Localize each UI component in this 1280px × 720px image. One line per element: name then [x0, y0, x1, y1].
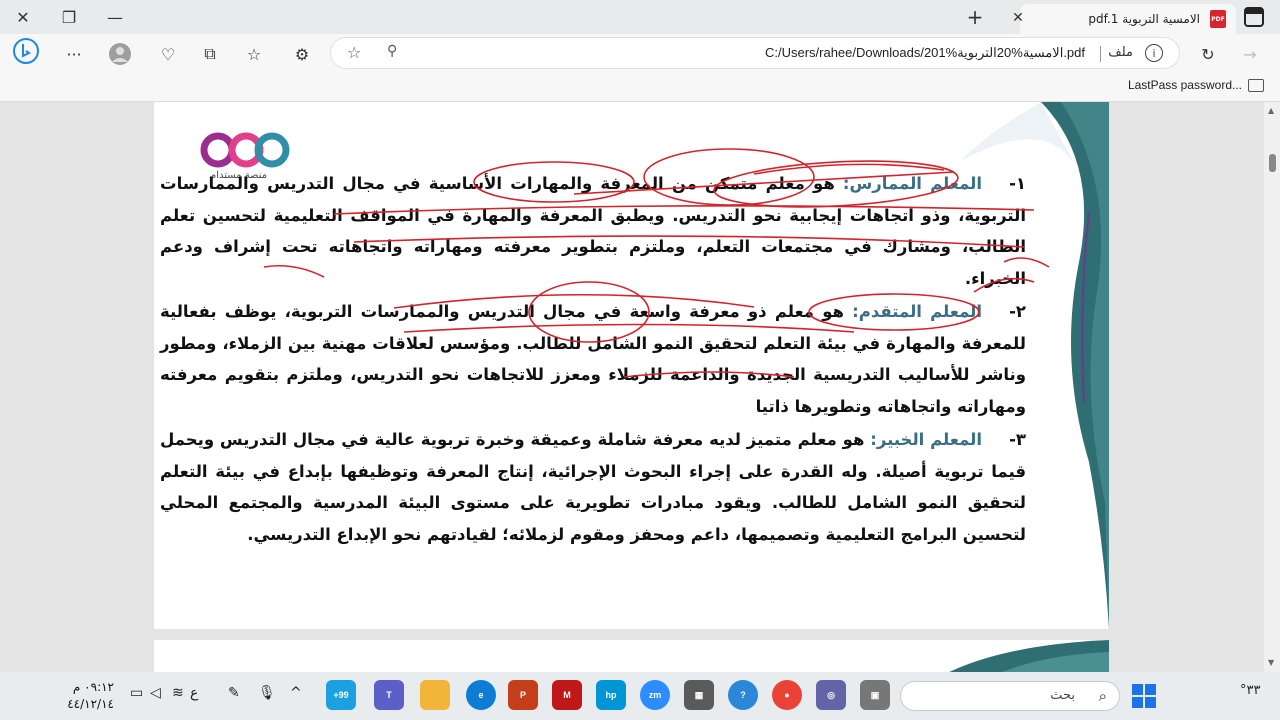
myhp-app-icon[interactable]: hp — [596, 680, 626, 710]
tab-close-icon[interactable]: ✕ — [1008, 10, 1028, 26]
edge-app-icon[interactable]: e — [466, 680, 496, 710]
item-term: المعلم الممارس: — [842, 174, 982, 193]
extensions-icon[interactable]: ⚙ — [288, 40, 316, 68]
taskbar: ٠٩:١٢ م ٤٤/١٢/١٤ ▭ ◁ ≋ ع ✎ 🎙 ^ +99 T e P… — [0, 672, 1280, 720]
chat-app-icon[interactable]: ◎ — [816, 680, 846, 710]
item-number: ١- — [1009, 174, 1026, 193]
definition-item-3: ٣-المعلم الخبير: هو معلم متميز لديه معرف… — [160, 424, 1026, 550]
powerpoint-app-icon[interactable]: P — [508, 680, 538, 710]
mail-app-icon[interactable]: +99 — [326, 680, 356, 710]
new-tab-button[interactable]: + — [962, 4, 988, 30]
mcafee-app-icon[interactable]: M — [552, 680, 582, 710]
vertical-scrollbar[interactable]: ▲ ▼ — [1264, 102, 1280, 672]
close-window-icon[interactable]: ✕ — [0, 0, 46, 34]
time-text: ٠٩:١٢ م — [72, 680, 114, 694]
item-term: المعلم الخبير: — [870, 430, 982, 449]
taskbar-search[interactable]: بحث ⌕ — [900, 681, 1120, 711]
item-number: ٣- — [1009, 430, 1026, 449]
scroll-thumb[interactable] — [1269, 154, 1276, 172]
url-text: C:/Users/rahee/Downloads/الامسية%20الترب… — [764, 45, 1085, 60]
more-menu-icon[interactable]: ··· — [60, 40, 88, 68]
item-number: ٢- — [1009, 302, 1026, 321]
notification-badge: +99 — [333, 690, 349, 700]
favorite-lastpass[interactable]: LastPass password... — [1128, 78, 1242, 92]
address-separator — [1100, 46, 1101, 62]
scroll-down-icon[interactable]: ▼ — [1268, 658, 1274, 667]
search-placeholder: بحث — [1050, 688, 1075, 703]
tab-title: الامسية التربوية pdf.1 — [1088, 12, 1200, 26]
zoom-app-icon[interactable]: zm — [640, 680, 670, 710]
file-label: ملف — [1108, 45, 1133, 60]
microphone-icon[interactable]: 🎙 — [258, 685, 276, 701]
definition-item-2: ٢-المعلم المتقدم: هو معلم ذو معرفة واسعة… — [160, 296, 1026, 422]
volume-icon[interactable]: ◁ — [150, 685, 161, 701]
teams-app-icon[interactable]: T — [374, 680, 404, 710]
add-favorite-icon[interactable]: ☆ — [347, 43, 361, 62]
tab-pdf[interactable]: PDF الامسية التربوية pdf.1 ✕ — [1012, 4, 1236, 34]
file-explorer-icon[interactable] — [420, 680, 450, 710]
favorites-bar: LastPass password... — [0, 72, 1280, 102]
pdf-icon: PDF — [1210, 10, 1226, 28]
pen-icon[interactable]: ✎ — [228, 685, 240, 701]
notes-app-icon[interactable]: ▣ — [860, 680, 890, 710]
weather-widget[interactable]: ٣٣° — [1240, 683, 1260, 698]
language-indicator[interactable]: ع — [190, 685, 198, 701]
favorites-icon[interactable]: ☆ — [240, 40, 268, 68]
show-hidden-icons[interactable]: ^ — [290, 685, 302, 701]
search-icon: ⌕ — [1098, 687, 1107, 705]
title-bar: ✕ ❐ — + PDF الامسية التربوية pdf.1 ✕ — [0, 0, 1280, 34]
pdf-page: منصة مستدام ١-المعلم الممارس: هو معلم مت… — [154, 102, 1109, 629]
browser-essentials-icon[interactable]: ♡ — [154, 40, 182, 68]
browser-toolbar: ··· ♡ ⧉ ☆ ⚙ ☆ ⚲ C:/Users/rahee/Downloads… — [0, 34, 1280, 72]
document-text: ١-المعلم الممارس: هو معلم متمكن من المعر… — [160, 168, 1026, 552]
refresh-icon[interactable]: ↻ — [1194, 40, 1222, 68]
zoom-icon[interactable]: ⚲ — [387, 43, 397, 59]
windows-start-icon[interactable] — [1132, 684, 1156, 708]
store-app-icon[interactable]: ▦ — [684, 680, 714, 710]
collections-icon[interactable]: ⧉ — [196, 40, 224, 68]
page-decoration — [949, 640, 1109, 672]
pdf-viewer: منصة مستدام ١-المعلم الممارس: هو معلم مت… — [0, 102, 1264, 672]
tab-actions-icon[interactable] — [1244, 7, 1264, 27]
pdf-page-next — [154, 640, 1109, 672]
address-bar[interactable]: ☆ ⚲ C:/Users/rahee/Downloads/الامسية%20ا… — [330, 37, 1180, 69]
bing-icon[interactable] — [12, 37, 40, 65]
item-term: المعلم المتقدم: — [852, 302, 982, 321]
restore-window-icon[interactable]: ❐ — [46, 0, 92, 34]
chrome-app-icon[interactable]: ● — [772, 680, 802, 710]
wifi-icon[interactable]: ≋ — [172, 685, 184, 701]
tips-app-icon[interactable]: ? — [728, 680, 758, 710]
definition-item-1: ١-المعلم الممارس: هو معلم متمكن من المعر… — [160, 168, 1026, 294]
info-icon[interactable]: i — [1145, 44, 1163, 62]
battery-icon[interactable]: ▭ — [130, 685, 143, 701]
minimize-window-icon[interactable]: — — [92, 0, 138, 34]
profile-avatar[interactable] — [106, 40, 134, 68]
date-text: ٤٤/١٢/١٤ — [67, 697, 114, 711]
clock[interactable]: ٠٩:١٢ م ٤٤/١٢/١٤ — [46, 679, 114, 713]
folder-icon — [1248, 79, 1264, 92]
back-icon[interactable]: → — [1236, 40, 1264, 68]
scroll-up-icon[interactable]: ▲ — [1268, 106, 1274, 115]
